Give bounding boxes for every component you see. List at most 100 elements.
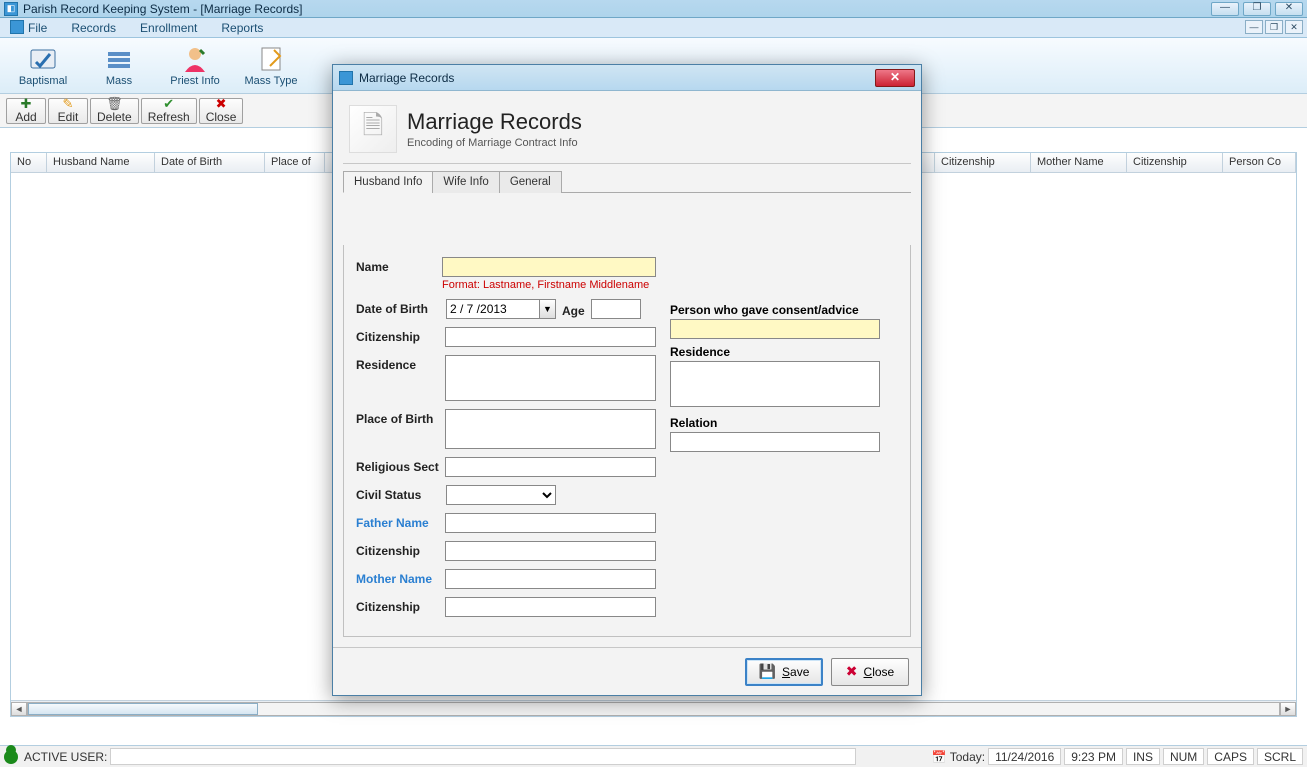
mdi-close[interactable]: ✕ [1285, 20, 1303, 34]
trash-icon: 🗑 [106, 98, 123, 110]
status-ins: INS [1126, 748, 1160, 765]
consent-residence-input[interactable] [670, 361, 880, 407]
menubar: File Records Enrollment Reports — ❐ ✕ [0, 18, 1307, 38]
col-husband-name[interactable]: Husband Name [47, 153, 155, 172]
minimize-button[interactable]: — [1211, 2, 1239, 16]
age-label: Age [562, 301, 585, 318]
edit-button[interactable]: ✎Edit [48, 98, 88, 124]
maximize-button[interactable]: ❐ [1243, 2, 1271, 16]
relation-label: Relation [670, 416, 884, 430]
col-citizenship-2[interactable]: Citizenship [1127, 153, 1223, 172]
col-dob[interactable]: Date of Birth [155, 153, 265, 172]
document-icon: 🗎 [349, 105, 397, 153]
age-input[interactable] [591, 299, 641, 319]
mother-citizenship-label: Citizenship [356, 597, 445, 614]
calendar-icon: 📅 [932, 750, 947, 764]
dialog-heading: Marriage Records [407, 109, 582, 135]
toolbar-baptismal[interactable]: Baptismal [6, 40, 80, 92]
menu-enrollment[interactable]: Enrollment [134, 19, 203, 37]
dialog-close-x[interactable]: ✕ [875, 69, 915, 87]
scroll-right-arrow[interactable]: ► [1280, 702, 1296, 716]
active-user-label: ACTIVE USER: [24, 750, 107, 764]
close-icon: ✖ [846, 663, 858, 680]
mass-type-icon [255, 45, 287, 73]
status-caps: CAPS [1207, 748, 1254, 765]
refresh-button[interactable]: ✔Refresh [141, 98, 197, 124]
name-hint: Format: Lastname, Firstname Middlename [442, 279, 656, 291]
user-icon [4, 750, 18, 764]
marriage-records-dialog: Marriage Records ✕ 🗎 Marriage Records En… [332, 64, 922, 696]
mdi-minimize[interactable]: — [1245, 20, 1263, 34]
col-place-of[interactable]: Place of [265, 153, 325, 172]
mdi-restore[interactable]: ❐ [1265, 20, 1283, 34]
tab-general[interactable]: General [499, 171, 562, 193]
col-no[interactable]: No [11, 153, 47, 172]
col-person-co[interactable]: Person Co [1223, 153, 1296, 172]
dob-label: Date of Birth [356, 299, 446, 316]
citizenship-input[interactable] [445, 327, 656, 347]
father-name-label[interactable]: Father Name [356, 513, 445, 530]
pencil-icon: ✎ [63, 98, 74, 110]
dialog-subheading: Encoding of Marriage Contract Info [407, 137, 582, 149]
delete-button[interactable]: 🗑Delete [90, 98, 139, 124]
civil-status-label: Civil Status [356, 485, 446, 502]
col-citizenship-1[interactable]: Citizenship [935, 153, 1031, 172]
citizenship-label: Citizenship [356, 327, 445, 344]
religious-sect-label: Religious Sect [356, 457, 445, 474]
dialog-header: 🗎 Marriage Records Encoding of Marriage … [333, 91, 921, 163]
scroll-left-arrow[interactable]: ◄ [11, 702, 27, 716]
scroll-thumb[interactable] [28, 703, 258, 715]
app-title: Parish Record Keeping System - [Marriage… [23, 2, 302, 16]
status-num: NUM [1163, 748, 1204, 765]
father-citizenship-input[interactable] [445, 541, 656, 561]
today-date: 11/24/2016 [988, 748, 1061, 765]
husband-info-form: Name Format: Lastname, Firstname Middlen… [343, 245, 911, 637]
scroll-track[interactable] [27, 702, 1280, 716]
father-citizenship-label: Citizenship [356, 541, 445, 558]
grid-hscrollbar[interactable]: ◄ ► [11, 700, 1296, 716]
father-name-input[interactable] [445, 513, 656, 533]
mother-name-label[interactable]: Mother Name [356, 569, 445, 586]
civil-status-select[interactable] [446, 485, 556, 505]
dialog-titlebar[interactable]: Marriage Records ✕ [333, 65, 921, 91]
today-time: 9:23 PM [1064, 748, 1123, 765]
app-icon: ◧ [4, 2, 18, 16]
residence-input[interactable] [445, 355, 656, 401]
menu-reports[interactable]: Reports [215, 19, 269, 37]
relation-input[interactable] [670, 432, 880, 452]
menu-file[interactable]: File [4, 18, 53, 37]
active-user-value [110, 748, 856, 765]
consent-label: Person who gave consent/advice [670, 303, 884, 317]
tab-husband-info[interactable]: Husband Info [343, 171, 433, 193]
toolbar-mass-type[interactable]: Mass Type [234, 40, 308, 92]
dialog-tabs: Husband Info Wife Info General [343, 170, 911, 193]
name-input[interactable] [442, 257, 656, 277]
statusbar: ACTIVE USER: 📅 Today: 11/24/2016 9:23 PM… [0, 745, 1307, 767]
place-of-birth-input[interactable] [445, 409, 656, 449]
menu-records[interactable]: Records [65, 19, 122, 37]
mother-name-input[interactable] [445, 569, 656, 589]
religious-sect-input[interactable] [445, 457, 656, 477]
close-grid-button[interactable]: ✖Close [199, 98, 244, 124]
dialog-close-button[interactable]: ✖ Close [831, 658, 909, 686]
mother-citizenship-input[interactable] [445, 597, 656, 617]
close-button[interactable]: ✕ [1275, 2, 1303, 16]
baptismal-icon [27, 45, 59, 73]
priest-icon [179, 45, 211, 73]
dialog-footer: 💾 Save ✖ Close [333, 647, 921, 695]
main-titlebar: ◧ Parish Record Keeping System - [Marria… [0, 0, 1307, 18]
divider [343, 163, 911, 164]
col-mother-name[interactable]: Mother Name [1031, 153, 1127, 172]
consent-residence-label: Residence [670, 345, 884, 359]
toolbar-mass[interactable]: Mass [82, 40, 156, 92]
today-label: Today: [950, 750, 985, 764]
toolbar-priest-info[interactable]: Priest Info [158, 40, 232, 92]
tab-wife-info[interactable]: Wife Info [432, 171, 499, 193]
save-button[interactable]: 💾 Save [745, 658, 823, 686]
consent-input[interactable] [670, 319, 880, 339]
pob-label: Place of Birth [356, 409, 445, 426]
add-button[interactable]: ✚Add [6, 98, 46, 124]
chevron-down-icon[interactable]: ▼ [539, 300, 555, 318]
x-icon: ✖ [216, 98, 227, 110]
residence-label: Residence [356, 355, 445, 372]
